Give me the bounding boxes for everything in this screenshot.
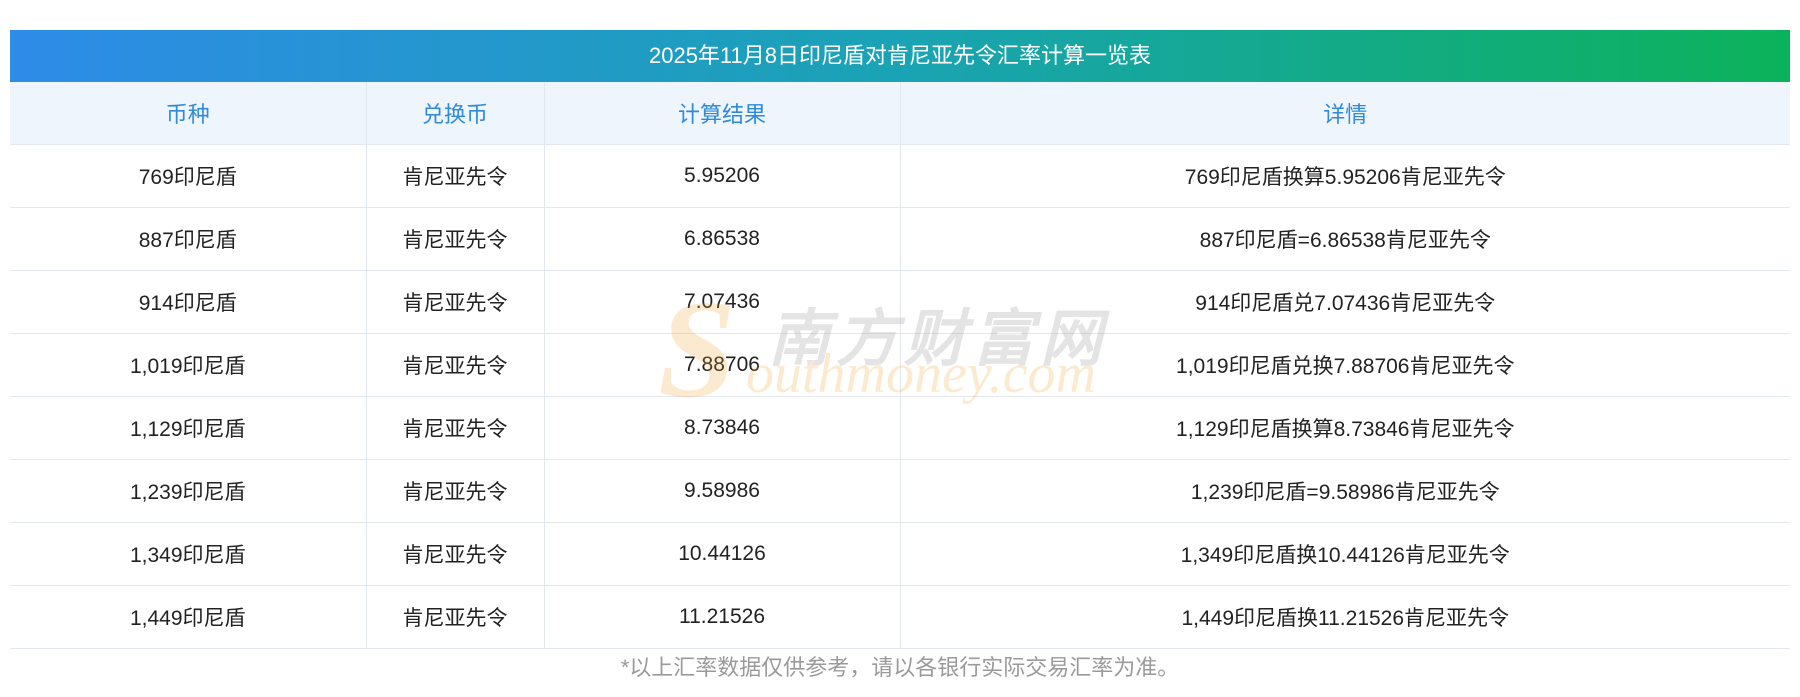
cell-result: 11.21526 xyxy=(544,585,901,649)
cell-currency: 1,239印尼盾 xyxy=(10,459,367,523)
cell-result: 9.58986 xyxy=(544,459,901,523)
table-row: 1,349印尼盾 肯尼亚先令 10.44126 1,349印尼盾换10.4412… xyxy=(10,522,1790,586)
disclaimer-footnote: *以上汇率数据仅供参考，请以各银行实际交易汇率为准。 xyxy=(620,655,1180,680)
rate-table: 币种 兑换币 计算结果 详情 769印尼盾 肯尼亚先令 5.95206 769印… xyxy=(10,82,1790,649)
cell-details: 914印尼盾兑7.07436肯尼亚先令 xyxy=(900,270,1790,334)
cell-details: 1,349印尼盾换10.44126肯尼亚先令 xyxy=(900,522,1790,586)
cell-details: 887印尼盾=6.86538肯尼亚先令 xyxy=(900,207,1790,271)
header-target-currency: 兑换币 xyxy=(366,82,545,145)
cell-result: 6.86538 xyxy=(544,207,901,271)
cell-result: 10.44126 xyxy=(544,522,901,586)
cell-details: 1,129印尼盾换算8.73846肯尼亚先令 xyxy=(900,396,1790,460)
cell-target-currency: 肯尼亚先令 xyxy=(366,396,545,460)
cell-details: 769印尼盾换算5.95206肯尼亚先令 xyxy=(900,144,1790,208)
table-row: 1,239印尼盾 肯尼亚先令 9.58986 1,239印尼盾=9.58986肯… xyxy=(10,459,1790,523)
cell-currency: 769印尼盾 xyxy=(10,144,367,208)
cell-currency: 914印尼盾 xyxy=(10,270,367,334)
table-row: 1,449印尼盾 肯尼亚先令 11.21526 1,449印尼盾换11.2152… xyxy=(10,585,1790,649)
cell-details: 1,449印尼盾换11.21526肯尼亚先令 xyxy=(900,585,1790,649)
cell-target-currency: 肯尼亚先令 xyxy=(366,144,545,208)
cell-result: 7.07436 xyxy=(544,270,901,334)
cell-target-currency: 肯尼亚先令 xyxy=(366,207,545,271)
cell-result: 7.88706 xyxy=(544,333,901,397)
cell-details: 1,019印尼盾兑换7.88706肯尼亚先令 xyxy=(900,333,1790,397)
table-title: 2025年11月8日印尼盾对肯尼亚先令汇率计算一览表 xyxy=(10,30,1790,82)
header-row: 币种 兑换币 计算结果 详情 xyxy=(10,82,1790,145)
table-row: 769印尼盾 肯尼亚先令 5.95206 769印尼盾换算5.95206肯尼亚先… xyxy=(10,144,1790,208)
header-result: 计算结果 xyxy=(544,82,901,145)
cell-currency: 887印尼盾 xyxy=(10,207,367,271)
cell-result: 5.95206 xyxy=(544,144,901,208)
cell-target-currency: 肯尼亚先令 xyxy=(366,522,545,586)
cell-currency: 1,349印尼盾 xyxy=(10,522,367,586)
cell-details: 1,239印尼盾=9.58986肯尼亚先令 xyxy=(900,459,1790,523)
table-row: 1,019印尼盾 肯尼亚先令 7.88706 1,019印尼盾兑换7.88706… xyxy=(10,333,1790,397)
cell-currency: 1,129印尼盾 xyxy=(10,396,367,460)
rate-table-container: 2025年11月8日印尼盾对肯尼亚先令汇率计算一览表 币种 兑换币 计算结果 详… xyxy=(10,30,1790,649)
table-row: 887印尼盾 肯尼亚先令 6.86538 887印尼盾=6.86538肯尼亚先令 xyxy=(10,207,1790,271)
table-row: 914印尼盾 肯尼亚先令 7.07436 914印尼盾兑7.07436肯尼亚先令 xyxy=(10,270,1790,334)
cell-result: 8.73846 xyxy=(544,396,901,460)
cell-target-currency: 肯尼亚先令 xyxy=(366,459,545,523)
header-currency: 币种 xyxy=(10,82,367,145)
cell-target-currency: 肯尼亚先令 xyxy=(366,585,545,649)
table-row: 1,129印尼盾 肯尼亚先令 8.73846 1,129印尼盾换算8.73846… xyxy=(10,396,1790,460)
cell-target-currency: 肯尼亚先令 xyxy=(366,333,545,397)
header-details: 详情 xyxy=(900,82,1790,145)
cell-target-currency: 肯尼亚先令 xyxy=(366,270,545,334)
cell-currency: 1,019印尼盾 xyxy=(10,333,367,397)
cell-currency: 1,449印尼盾 xyxy=(10,585,367,649)
